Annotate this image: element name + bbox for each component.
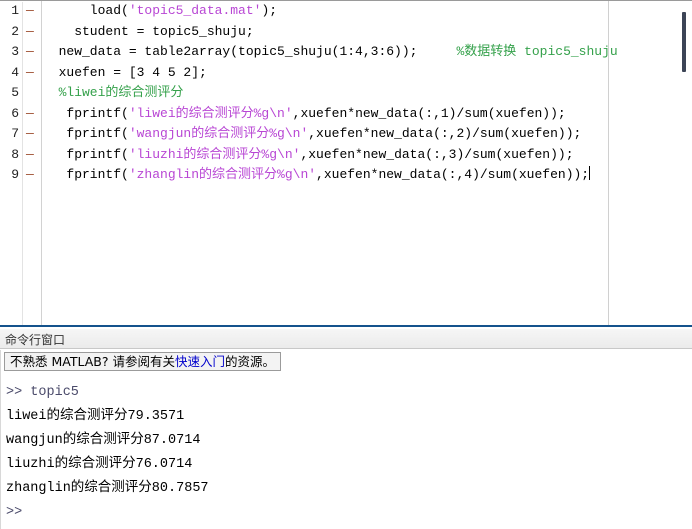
code-line-8[interactable]: fprintf('liuzhi的综合测评分%g\n',xuefen*new_da…	[43, 145, 603, 166]
output-line: >>	[6, 505, 23, 520]
line-number: 9	[11, 167, 19, 182]
code-token: %liwei的综合测评分	[43, 85, 184, 100]
code-token: 'wangjun的综合测评分%g\n'	[128, 126, 309, 141]
command-window-body[interactable]: 不熟悉 MATLAB? 请参阅有关快速入门的资源。 >> topic5 liwei…	[0, 350, 692, 529]
executable-line-marker-icon[interactable]: —	[26, 167, 34, 182]
editor-panel[interactable]: 1—2—3—4—5 6—7—8—9— load('topic5_data.mat'…	[0, 0, 692, 327]
executable-line-marker-icon[interactable]: —	[26, 106, 34, 121]
gutter-line-2[interactable]: 2—	[0, 22, 41, 43]
code-token: 'liuzhi的综合测评分%g\n'	[128, 146, 301, 162]
line-number: 3	[11, 44, 19, 59]
scrollbar-thumb[interactable]	[682, 12, 686, 72]
matlab-getting-started-banner[interactable]: 不熟悉 MATLAB? 请参阅有关快速入门的资源。	[4, 352, 281, 371]
line-number: 4	[11, 64, 19, 80]
line-number: 5	[11, 85, 19, 100]
code-token: xuefen = [3 4 5 2];	[43, 64, 207, 80]
text-caret	[589, 166, 591, 180]
executable-line-marker-icon[interactable]: —	[26, 147, 34, 162]
gutter-line-8[interactable]: 8—	[0, 145, 41, 166]
executable-line-marker-icon[interactable]: —	[26, 24, 34, 39]
code-line-9[interactable]: fprintf('zhanglin的综合测评分%g\n',xuefen*new_…	[43, 165, 603, 186]
code-line-4[interactable]: xuefen = [3 4 5 2];	[43, 63, 603, 84]
gutter-line-1[interactable]: 1—	[0, 1, 41, 22]
output-line: wangjun的综合测评分87.0714	[6, 433, 201, 448]
code-token: %数据转换 topic5_shuju	[456, 44, 618, 59]
code-token: 'topic5_data.mat'	[128, 3, 262, 18]
gutter-line-9[interactable]: 9—	[0, 165, 41, 186]
gutter-line-3[interactable]: 3—	[0, 42, 41, 63]
output-line: zhanglin的综合测评分80.7857	[6, 481, 209, 496]
code-token: fprintf(	[43, 167, 129, 182]
editor-right-divider	[608, 1, 609, 325]
code-line-2[interactable]: student = topic5_shuju;	[43, 22, 603, 43]
getting-started-link[interactable]: 快速入门	[175, 354, 225, 369]
executable-line-marker-icon[interactable]: —	[26, 3, 34, 18]
code-token: fprintf(	[43, 146, 129, 162]
line-number: 8	[11, 146, 19, 162]
executable-line-marker-icon[interactable]: —	[26, 126, 34, 141]
code-token: 'liwei的综合测评分%g\n'	[128, 105, 293, 121]
code-line-5[interactable]: %liwei的综合测评分	[43, 83, 603, 104]
gutter-line-7[interactable]: 7—	[0, 124, 41, 145]
code-token: ,xuefen*new_data(:,4)/sum(xuefen));	[316, 167, 590, 182]
gutter-line-5[interactable]: 5	[0, 83, 41, 104]
code-editor-text[interactable]: load('topic5_data.mat'); student = topic…	[43, 1, 618, 325]
line-number: 7	[11, 126, 19, 141]
code-token: load(	[43, 3, 129, 18]
command-window-title: 命令行窗口	[5, 333, 66, 347]
code-token: );	[261, 3, 278, 18]
code-token: new_data = table2array(topic5_shuju(1:4,…	[43, 44, 457, 59]
code-line-1[interactable]: load('topic5_data.mat');	[43, 1, 603, 22]
code-token: student = topic5_shuju;	[43, 23, 254, 39]
code-line-3[interactable]: new_data = table2array(topic5_shuju(1:4,…	[43, 42, 618, 63]
editor-vertical-scrollbar[interactable]	[680, 1, 692, 325]
editor-gutter[interactable]: 1—2—3—4—5 6—7—8—9—	[0, 1, 42, 325]
command-window-title-bar: 命令行窗口	[0, 329, 692, 349]
code-line-6[interactable]: fprintf('liwei的综合测评分%g\n',xuefen*new_dat…	[43, 104, 603, 125]
output-line: >> topic5	[6, 385, 79, 400]
gutter-line-4[interactable]: 4—	[0, 63, 41, 84]
code-token: 'zhanglin的综合测评分%g\n'	[128, 167, 317, 182]
code-token: ,xuefen*new_data(:,3)/sum(xuefen));	[300, 146, 574, 162]
hint-text-before: 不熟悉 MATLAB? 请参阅有关	[10, 354, 175, 369]
code-token: ,xuefen*new_data(:,2)/sum(xuefen));	[308, 126, 582, 141]
output-line: liwei的综合测评分79.3571	[6, 409, 185, 424]
line-number: 6	[11, 105, 19, 121]
gutter-rows: 1—2—3—4—5 6—7—8—9—	[0, 1, 41, 186]
line-number: 1	[11, 3, 19, 18]
gutter-line-6[interactable]: 6—	[0, 104, 41, 125]
output-line: liuzhi的综合测评分76.0714	[6, 457, 193, 472]
executable-line-marker-icon[interactable]: —	[26, 44, 34, 59]
command-window-panel[interactable]: 命令行窗口 不熟悉 MATLAB? 请参阅有关快速入门的资源。 >> topic…	[0, 329, 692, 529]
code-token: ,xuefen*new_data(:,1)/sum(xuefen));	[292, 105, 566, 121]
hint-text-after: 的资源。	[224, 354, 275, 369]
code-token: fprintf(	[43, 105, 129, 121]
code-line-7[interactable]: fprintf('wangjun的综合测评分%g\n',xuefen*new_d…	[43, 124, 603, 145]
line-number: 2	[11, 23, 19, 39]
code-token: fprintf(	[43, 126, 129, 141]
executable-line-marker-icon[interactable]: —	[26, 65, 34, 80]
command-window-output[interactable]: >> topic5 liwei的综合测评分79.3571 wangjun的综合测评分…	[6, 381, 666, 525]
